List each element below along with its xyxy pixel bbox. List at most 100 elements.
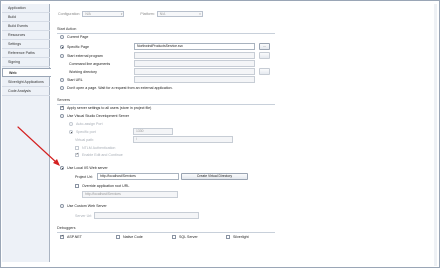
- local-iis-label: Use Local IIS Web server: [67, 166, 108, 170]
- configuration-dropdown[interactable]: N/A ▾: [82, 11, 125, 17]
- specific-port-option[interactable]: Specific port: [69, 130, 96, 134]
- platform-dropdown[interactable]: N/A ▾: [156, 11, 203, 17]
- command-line-input[interactable]: [134, 60, 255, 67]
- silverlight-label: Silverlight: [233, 235, 249, 239]
- start-external-label: Start external program: [67, 54, 103, 58]
- create-virtual-directory-button[interactable]: Create Virtual Directory: [181, 173, 248, 180]
- checkbox[interactable]: [75, 146, 79, 150]
- radio-button[interactable]: [60, 78, 64, 82]
- project-url-label: Project Url:: [75, 175, 93, 179]
- edit-continue-option[interactable]: Enable Edit and Continue: [75, 153, 123, 157]
- platform-value: N/A: [159, 12, 166, 16]
- start-external-option[interactable]: Start external program: [60, 54, 103, 58]
- sql-debugger-option[interactable]: SQL Server: [172, 235, 198, 239]
- specific-page-input[interactable]: NorthwindProductsService.svc: [134, 43, 255, 50]
- radio-button[interactable]: [60, 35, 64, 39]
- vertical-scrollbar[interactable]: [434, 4, 437, 266]
- checkbox[interactable]: [60, 235, 64, 239]
- override-root-input[interactable]: http://localhost/Services: [82, 191, 178, 198]
- project-url-input[interactable]: http://localhost/Services: [97, 173, 179, 180]
- aspnet-debugger-option[interactable]: ASP.NET: [60, 235, 82, 239]
- current-page-option[interactable]: Current Page: [60, 35, 88, 39]
- tab-settings[interactable]: Settings: [2, 40, 50, 49]
- radio-button[interactable]: [60, 204, 64, 208]
- silverlight-debugger-option[interactable]: Silverlight: [226, 235, 249, 239]
- native-label: Native Code: [123, 235, 143, 239]
- tab-build[interactable]: Build: [2, 13, 50, 22]
- specific-port-input[interactable]: 1330: [133, 128, 173, 135]
- checkbox[interactable]: [226, 235, 230, 239]
- dont-open-option[interactable]: Don't open a page. Wait for a request fr…: [60, 86, 173, 90]
- working-directory-label: Working directory: [69, 70, 97, 74]
- tab-web[interactable]: Web: [2, 68, 51, 77]
- checkbox[interactable]: [75, 184, 79, 188]
- edit-continue-label: Enable Edit and Continue: [82, 153, 123, 157]
- checkbox[interactable]: [60, 106, 64, 110]
- chevron-down-icon: ▾: [120, 12, 123, 16]
- ntlm-label: NTLM Authentication: [82, 146, 116, 150]
- vs-dev-server-option[interactable]: Use Visual Studio Development Server: [60, 114, 129, 118]
- project-properties-window: Application Build Build Events Resources…: [0, 0, 440, 268]
- working-directory-browse-button[interactable]: [259, 68, 270, 75]
- auto-assign-port-option[interactable]: Auto-assign Port: [69, 122, 103, 126]
- local-iis-option[interactable]: Use Local IIS Web server: [60, 166, 108, 170]
- tab-silverlight-applications[interactable]: Silverlight Applications: [2, 78, 50, 87]
- sidebar: Application Build Build Events Resources…: [2, 4, 51, 262]
- checkbox[interactable]: [116, 235, 120, 239]
- server-url-label: Server Url:: [75, 214, 93, 218]
- virtual-path-label: Virtual path:: [75, 138, 95, 142]
- custom-web-server-label: Use Custom Web Server: [67, 204, 107, 208]
- working-directory-input[interactable]: [134, 68, 255, 75]
- radio-button[interactable]: [69, 122, 73, 126]
- radio-button[interactable]: [60, 166, 64, 170]
- radio-button[interactable]: [69, 130, 73, 134]
- specific-page-label: Specific Page: [67, 45, 89, 49]
- ntlm-option[interactable]: NTLM Authentication: [75, 146, 115, 150]
- radio-button[interactable]: [60, 114, 64, 118]
- tab-application[interactable]: Application: [2, 4, 50, 13]
- external-program-input[interactable]: [134, 52, 255, 59]
- project-url-row: Project Url:: [75, 175, 93, 179]
- override-root-option[interactable]: Override application root URL: [75, 184, 129, 188]
- apply-all-users-label: Apply server settings to all users (stor…: [67, 106, 152, 110]
- tab-resources[interactable]: Resources: [2, 31, 50, 40]
- tab-build-events[interactable]: Build Events: [2, 22, 50, 31]
- virtual-path-row: Virtual path:: [75, 138, 94, 142]
- apply-all-users-option[interactable]: Apply server settings to all users (stor…: [60, 106, 151, 110]
- radio-button[interactable]: [60, 45, 64, 49]
- command-line-row: Command line arguments: [69, 62, 110, 66]
- tab-code-analysis[interactable]: Code Analysis: [2, 87, 50, 96]
- dont-open-label: Don't open a page. Wait for a request fr…: [67, 86, 173, 90]
- current-page-label: Current Page: [67, 35, 89, 39]
- config-bar: Configuration: N/A ▾ Platform: N/A ▾: [58, 10, 203, 18]
- tab-reference-paths[interactable]: Reference Paths: [2, 49, 50, 58]
- radio-button[interactable]: [60, 54, 64, 58]
- platform-label: Platform:: [140, 12, 155, 16]
- start-url-input[interactable]: [134, 76, 255, 83]
- external-browse-button[interactable]: [259, 52, 270, 59]
- radio-button[interactable]: [60, 86, 64, 90]
- start-url-option[interactable]: Start URL: [60, 78, 83, 82]
- specific-page-option[interactable]: Specific Page: [60, 45, 89, 49]
- servers-heading: Servers: [57, 98, 71, 102]
- divider: [57, 33, 275, 34]
- checkbox[interactable]: [172, 235, 176, 239]
- divider: [57, 232, 275, 233]
- native-debugger-option[interactable]: Native Code: [116, 235, 143, 239]
- browse-button[interactable]: ...: [259, 43, 270, 50]
- custom-web-server-option[interactable]: Use Custom Web Server: [60, 204, 107, 208]
- sql-label: SQL Server: [179, 235, 198, 239]
- debuggers-heading: Debuggers: [57, 226, 76, 230]
- override-root-label: Override application root URL: [82, 184, 130, 188]
- start-action-heading: Start Action: [57, 27, 77, 31]
- aspnet-label: ASP.NET: [67, 235, 82, 239]
- checkbox[interactable]: [75, 153, 79, 157]
- server-url-input[interactable]: [94, 212, 199, 219]
- auto-assign-port-label: Auto-assign Port: [76, 122, 103, 126]
- vs-dev-server-label: Use Visual Studio Development Server: [67, 114, 130, 118]
- server-url-row: Server Url:: [75, 214, 92, 218]
- virtual-path-input[interactable]: /: [133, 136, 233, 143]
- start-url-label: Start URL: [67, 78, 83, 82]
- specific-port-label: Specific port: [76, 130, 96, 134]
- tab-signing[interactable]: Signing: [2, 58, 50, 67]
